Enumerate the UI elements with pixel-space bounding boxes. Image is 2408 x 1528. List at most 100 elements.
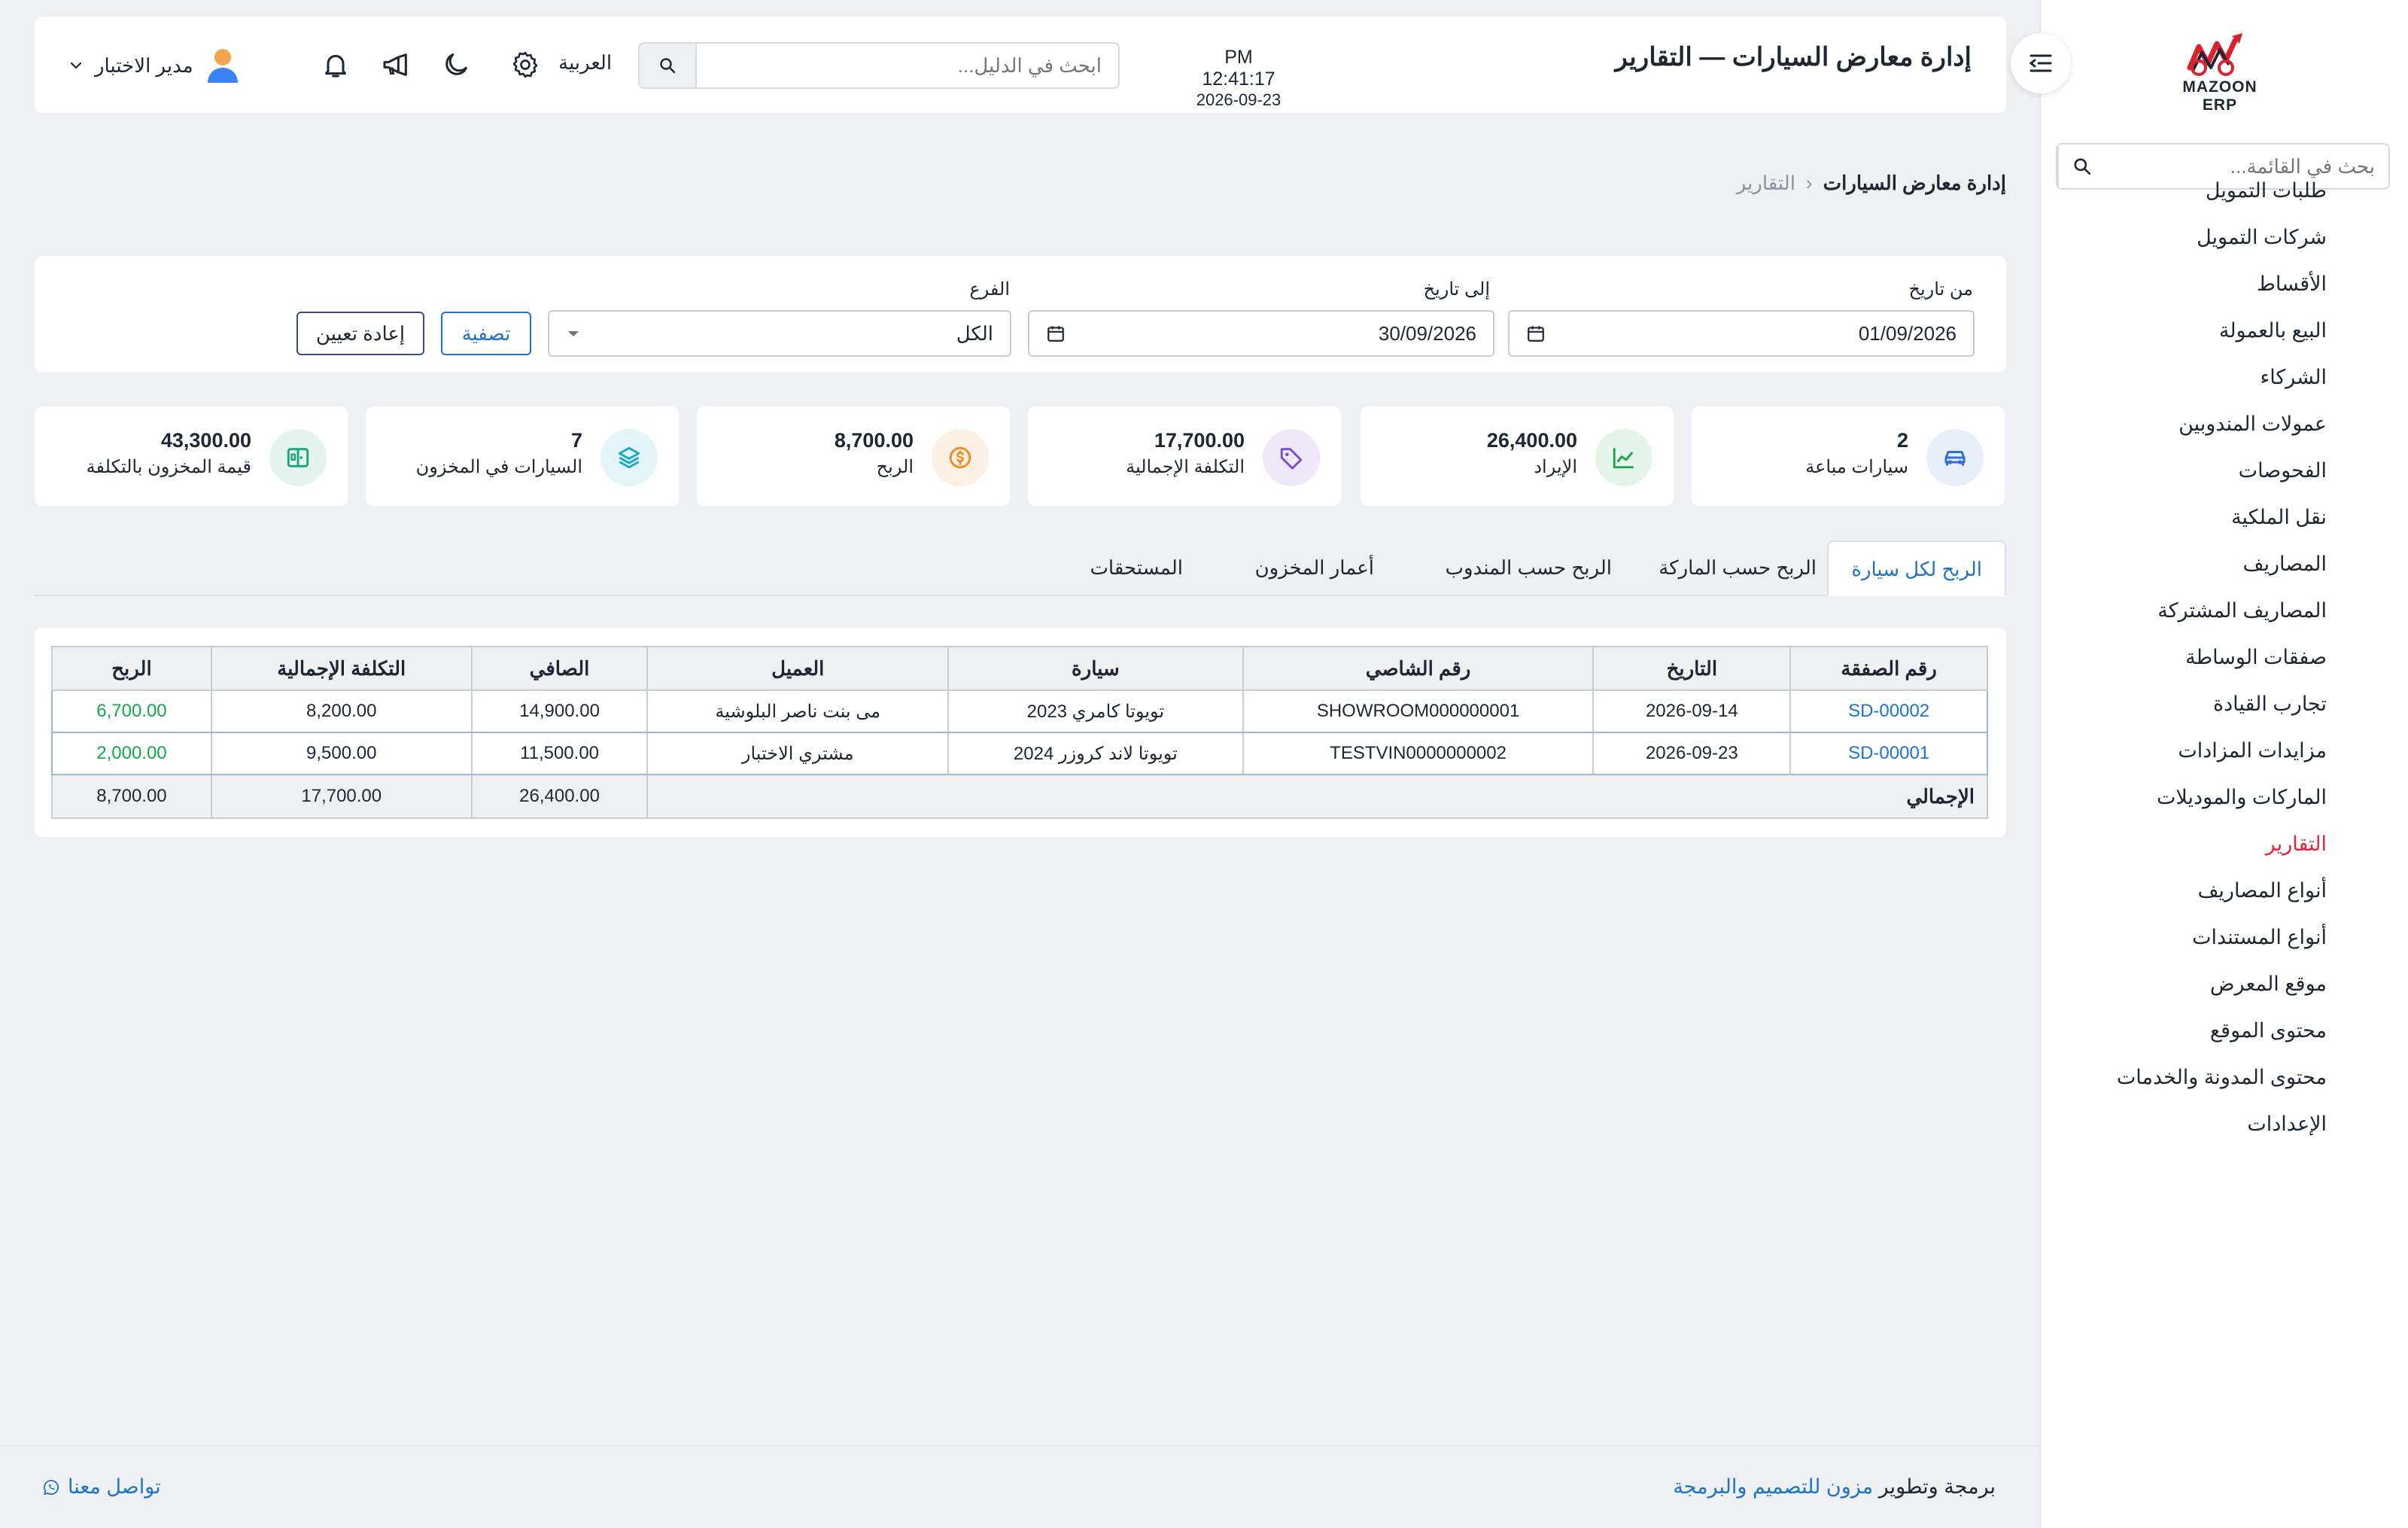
stat-label: الربح <box>876 457 914 477</box>
user-menu[interactable]: مدير الاختبار <box>69 47 240 84</box>
chart-line-icon <box>1595 429 1652 486</box>
sidebar-item-installments[interactable]: الأقساط <box>2056 260 2327 307</box>
column-header[interactable]: التكلفة الإجمالية <box>210 646 473 691</box>
stat-value: 17,700.00 <box>1154 429 1245 452</box>
column-header[interactable]: العميل <box>646 646 950 691</box>
report-tabs: الربح لكل سيارة الربح حسب الماركة الربح … <box>35 540 2006 596</box>
column-header[interactable]: الربح <box>51 646 212 691</box>
stat-value: 8,700.00 <box>834 429 914 452</box>
table-cell: تويوتا لاند كروزر 2024 <box>947 732 1244 775</box>
credit-brand-link[interactable]: مزون للتصميم والبرمجة <box>1673 1475 1873 1498</box>
stat-value: 26,400.00 <box>1486 429 1577 452</box>
total-net: 26,400.00 <box>470 774 649 819</box>
branch-label: الفرع <box>969 279 1010 300</box>
total-label: الإجمالي <box>646 774 1988 819</box>
sidebar-item-expenses[interactable]: المصاريف <box>2056 540 2327 587</box>
from-date-label: من تاريخ <box>1908 279 1973 300</box>
logo-text: MAZOON ERP <box>2182 78 2258 114</box>
sidebar-item-test-drives[interactable]: تجارب القيادة <box>2056 680 2327 727</box>
logo[interactable]: MAZOON ERP <box>2167 30 2273 114</box>
footer: تواصل معنا برمجة وتطوير مزون للتصميم وال… <box>0 1445 2038 1528</box>
breadcrumb-current: التقارير <box>1736 172 1795 194</box>
sidebar-toggle-button[interactable] <box>2011 33 2071 93</box>
sidebar-item-finance-requests[interactable]: طلبات التمويل <box>2056 179 2327 214</box>
sidebar-item-ownership-transfer[interactable]: نقل الملكية <box>2056 494 2327 540</box>
whatsapp-icon <box>44 1479 59 1495</box>
moon-icon[interactable] <box>438 47 474 83</box>
column-header[interactable]: سيارة <box>947 646 1244 691</box>
language-switch[interactable]: العربية <box>558 51 612 75</box>
column-header[interactable]: التاريخ <box>1592 646 1792 691</box>
stat-revenue: 26,400.00 الإيراد <box>1361 406 1674 506</box>
gear-icon[interactable] <box>507 47 543 83</box>
filters-panel: من تاريخ 01/09/2026 إلى تاريخ 30/09/2026… <box>35 256 2006 372</box>
bell-icon[interactable] <box>318 47 354 83</box>
sidebar-search-input[interactable] <box>2105 154 2388 178</box>
sidebar-item-commissions[interactable]: عمولات المندوبين <box>2056 400 2327 447</box>
table-cell: 14,900.00 <box>470 689 649 733</box>
calendar-icon <box>1047 326 1064 342</box>
stat-label: السيارات في المخزون <box>415 457 582 477</box>
contact-link[interactable]: تواصل معنا <box>42 1475 161 1499</box>
sidebar-item-blog-content[interactable]: محتوى المدونة والخدمات <box>2056 1054 2327 1100</box>
stat-profit: 8,700.00 الربح <box>697 406 1010 506</box>
stat-value: 43,300.00 <box>160 429 251 452</box>
page-title: إدارة معارض السيارات — التقارير <box>1615 43 1972 72</box>
tab-receivables[interactable]: المستحقات <box>1067 540 1206 596</box>
top-bar: إدارة معارض السيارات — التقارير PM 12:41… <box>35 17 2006 113</box>
breadcrumb-root[interactable]: إدارة معارض السيارات <box>1823 172 2006 194</box>
deal-number-link[interactable]: SD-00001 <box>1789 732 1988 775</box>
deal-number-link[interactable]: SD-00002 <box>1789 689 1988 733</box>
sidebar-item-document-types[interactable]: أنواع المستندات <box>2056 914 2327 960</box>
search-icon <box>660 58 676 74</box>
credit-prefix: برمجة وتطوير <box>1878 1475 1996 1498</box>
tab-profit-per-car[interactable]: الربح لكل سيارة <box>1827 540 2006 596</box>
table-cell: 2026-09-14 <box>1592 689 1792 733</box>
global-search-input[interactable] <box>697 44 1118 87</box>
stat-label: سيارات مباعة <box>1805 457 1908 477</box>
filter-button[interactable]: تصفية <box>441 312 531 355</box>
calendar-icon <box>1528 326 1544 342</box>
column-header[interactable]: رقم الصفقة <box>1789 646 1988 691</box>
sidebar-item-partners[interactable]: الشركاء <box>2056 354 2327 400</box>
column-header[interactable]: رقم الشاصي <box>1242 646 1595 691</box>
sidebar-item-reports[interactable]: التقارير <box>2056 820 2327 867</box>
sidebar-item-settings[interactable]: الإعدادات <box>2056 1100 2327 1147</box>
table-row[interactable]: SD-00001 2026-09-23 TESTVIN0000000002 تو… <box>51 732 1988 775</box>
tab-profit-by-agent[interactable]: الربح حسب المندوب <box>1423 540 1634 596</box>
stat-label: قيمة المخزون بالتكلفة <box>86 457 251 477</box>
sidebar-item-brokerage[interactable]: صفقات الوساطة <box>2056 634 2327 680</box>
table-header-row: رقم الصفقة التاريخ رقم الشاصي سيارة العم… <box>51 646 1988 691</box>
coin-icon <box>932 429 989 486</box>
sidebar-item-brands-models[interactable]: الماركات والموديلات <box>2056 774 2327 820</box>
from-date-input[interactable]: 01/09/2026 <box>1508 310 1975 357</box>
table-row[interactable]: SD-00002 2026-09-14 SHOWROOM000000001 تو… <box>51 689 1988 733</box>
column-header[interactable]: الصافي <box>470 646 649 691</box>
sidebar-item-showroom-website[interactable]: موقع المعرض <box>2056 960 2327 1007</box>
table-cell: 11,500.00 <box>470 732 649 775</box>
reset-button[interactable]: إعادة تعيين <box>296 312 424 355</box>
table-cell: 8,200.00 <box>210 689 473 733</box>
to-date-input[interactable]: 30/09/2026 <box>1028 310 1494 357</box>
tab-profit-by-brand[interactable]: الربح حسب الماركة <box>1636 540 1839 596</box>
tab-stock-aging[interactable]: أعمار المخزون <box>1233 540 1397 596</box>
table-cell: SHOWROOM000000001 <box>1242 689 1595 733</box>
branch-value: الكل <box>956 321 993 345</box>
sidebar-item-inspections[interactable]: الفحوصات <box>2056 447 2327 494</box>
sidebar-item-expense-types[interactable]: أنواع المصاريف <box>2056 867 2327 914</box>
sidebar-item-site-content[interactable]: محتوى الموقع <box>2056 1007 2327 1054</box>
sidebar-item-finance-companies[interactable]: شركات التمويل <box>2056 214 2327 260</box>
avatar <box>207 49 238 83</box>
branch-select[interactable]: الكل <box>548 310 1011 357</box>
car-icon <box>1926 429 1984 486</box>
stat-cars-sold: 2 سيارات مباعة <box>1692 406 2005 506</box>
chevron-down-icon <box>70 62 82 69</box>
profit-cell: 6,700.00 <box>51 689 212 733</box>
sidebar-item-consignment[interactable]: البيع بالعمولة <box>2056 307 2327 354</box>
from-date-value: 01/09/2026 <box>1858 321 1956 345</box>
sidebar-item-shared-expenses[interactable]: المصاريف المشتركة <box>2056 587 2327 634</box>
profit-per-car-table: رقم الصفقة التاريخ رقم الشاصي سيارة العم… <box>51 646 1988 819</box>
megaphone-icon[interactable] <box>378 47 414 83</box>
search-button[interactable] <box>640 44 697 87</box>
sidebar-item-auction-bids[interactable]: مزايدات المزادات <box>2056 727 2327 774</box>
